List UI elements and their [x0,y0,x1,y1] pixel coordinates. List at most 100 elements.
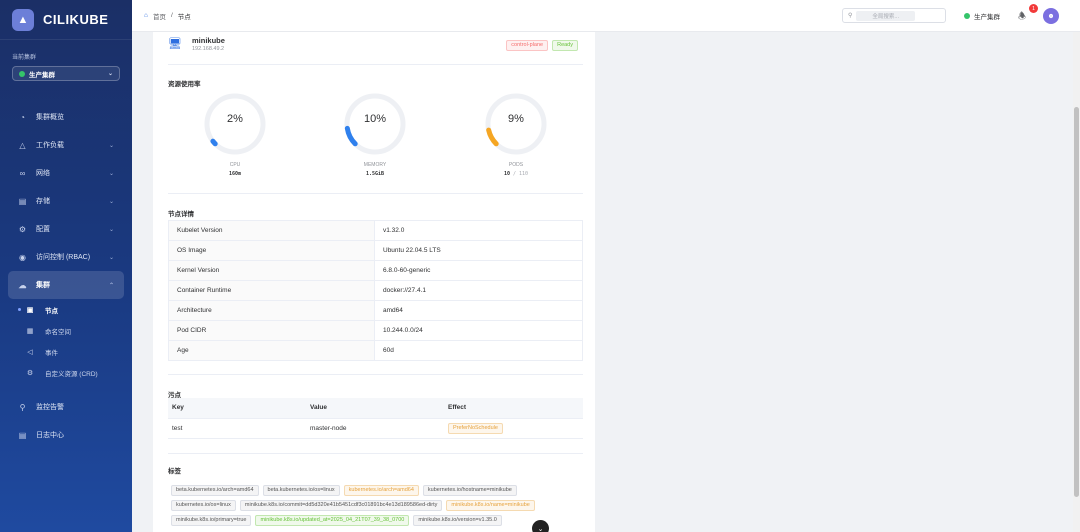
label-tag: minikube.k8s.io/commit=dd5d320e41b5451cd… [239,500,443,511]
pods-usage: 10 / 110 [484,171,548,177]
memory-percent: 10% [363,113,387,125]
chevron-down-icon: ⌄ [108,198,114,205]
sidebar-item-label: 网络 [36,170,50,177]
sidebar-item-cluster[interactable]: ☁ 集群 ⌃ [8,271,124,299]
detail-value: 60d [374,340,583,361]
section-title-resources: 资源使用率 [168,81,201,88]
header-cluster-selector[interactable]: 生产集群 [964,11,1000,21]
scroll-down-button[interactable]: ⌄ [532,520,549,532]
labels-list: beta.kubernetes.io/arch=amd64 beta.kubern… [171,485,581,526]
label-tag: kubernetes.io/os=linux [171,500,236,511]
chevron-down-icon: ⌄ [108,226,114,233]
sidebar-item-storage[interactable]: ▤ 存储 ⌄ [0,187,132,215]
cluster-label: 当前集群 [12,55,37,61]
sidebar-item-label: 存储 [36,198,50,205]
label-tag: kubernetes.io/hostname=minikube [422,485,517,496]
settings-icon: ⚙ [18,224,27,234]
sidebar-item-label: 集群 [36,282,50,289]
chevron-down-icon: ⌄ [108,142,114,149]
label-tag: minikube.k8s.io/primary=true [171,515,252,526]
pods-separator: / [512,171,516,177]
sidebar-item-config[interactable]: ⚙ 配置 ⌄ [0,215,132,243]
chevron-down-icon: ⌄ [108,170,114,177]
cluster-select-value: 生产集群 [29,71,55,79]
detail-key: Container Runtime [168,280,375,301]
sidebar-subitem-crd[interactable]: ⚙ 自定义资源 (CRD) [0,362,132,383]
divider [168,374,583,375]
sidebar-item-workloads[interactable]: △ 工作负载 ⌄ [0,131,132,159]
breadcrumb-current: 节点 [177,13,191,21]
crd-icon: ⚙ [26,369,34,377]
sidebar-item-label: 日志中心 [36,432,64,439]
taints-table: Key Value Effect test master-node Prefer… [168,398,583,439]
sidebar-subitem-namespaces[interactable]: ▦ 命名空间 [0,320,132,341]
memory-label: MEMORY [363,162,387,168]
sidebar-item-overview[interactable]: ◔ 集群概览 [0,103,132,131]
memory-gauge: 10% MEMORY 1.5GiB [343,92,407,177]
dashboard-icon: ◔ [20,112,25,122]
sidebar-item-logs[interactable]: ▤ 日志中心 [0,421,132,449]
cluster-select[interactable]: 生产集群 ⌄ [12,66,120,81]
table-row: Kubelet Version v1.32.0 [168,220,583,241]
label-tag: minikube.k8s.io/updated_at=2025_04_21T07… [255,515,410,526]
column-header-value: Value [306,398,444,419]
detail-key: Pod CIDR [168,320,375,341]
workload-icon: △ [19,140,26,150]
label-tag: beta.kubernetes.io/arch=amd64 [171,485,259,496]
chevron-down-icon: ⌄ [107,71,113,77]
cpu-usage: 160m [228,171,242,177]
chevron-down-icon: ⌄ [108,254,114,261]
notification-badge: 1 [1029,4,1038,13]
sidebar-item-label: 工作负载 [36,142,64,149]
sidebar-item-network[interactable]: ∞ 网络 ⌄ [0,159,132,187]
node-header: 🖥 minikube 192.168.49.2 control-plane Re… [168,35,578,55]
sidebar-item-label: 配置 [36,226,50,233]
cpu-percent: 2% [227,113,243,125]
role-badge: control-plane [506,40,549,51]
table-row: OS Image Ubuntu 22.04.5 LTS [168,240,583,261]
label-tag: minikube.k8s.io/name=minikube [446,500,535,511]
section-title-labels: 标签 [168,468,181,475]
monitor-alert-icon: ⚲ [19,402,26,412]
table-row: Pod CIDR 10.244.0.0/24 [168,320,583,341]
node-ip: 192.168.49.2 [192,46,225,52]
monitor-icon: ▣ [26,306,34,314]
status-badge: Ready [552,40,578,51]
node-details-table: Kubelet Version v1.32.0 OS Image Ubuntu 22.… [168,220,583,361]
cloud-icon: ☁ [18,280,27,290]
table-row: test master-node PreferNoSchedule [168,418,583,439]
sidebar-item-rbac[interactable]: ◉ 访问控制 (RBAC) ⌄ [0,243,132,271]
label-tag: kubernetes.io/arch=amd64 [343,485,419,496]
table-row: Architecture amd64 [168,300,583,321]
label-tag: minikube.k8s.io/version=v1.35.0 [413,515,502,526]
scrollbar-thumb[interactable] [1074,107,1079,497]
divider [168,193,583,194]
shield-icon: ◉ [19,252,26,262]
top-header: ⌂ 首页 / 节点 ⚲ 全局搜索... 生产集群 🕭 1 ☻ [132,0,1080,32]
memory-usage: 1.5GiB [365,171,385,177]
bell-icon[interactable]: 🕭 [1018,9,1026,25]
monitor-icon: 🖥 [168,38,182,50]
breadcrumb-home[interactable]: 首页 [153,11,166,21]
taint-effect-badge: PreferNoSchedule [448,422,503,434]
node-tags: control-plane Ready [506,40,578,51]
table-row: Kernel Version 6.8.0-60-generic [168,260,583,281]
page-scrollbar[interactable] [1073,32,1080,532]
detail-value: docker://27.4.1 [374,280,583,301]
sidebar-item-monitoring[interactable]: ⚲ 监控告警 [0,393,132,421]
storage-icon: ▤ [18,196,27,206]
log-icon: ▤ [18,430,27,440]
sidebar-item-label: 监控告警 [36,404,64,411]
sidebar: ▲ CILIKUBE 当前集群 生产集群 ⌄ ◔ 集群概览 △ 工作负载 ⌄ ∞… [0,0,132,532]
brand[interactable]: ▲ CILIKUBE [0,0,132,40]
pods-percent: 9% [508,113,524,125]
table-row: Container Runtime docker://27.4.1 [168,280,583,301]
search-input[interactable]: ⚲ 全局搜索... [842,8,946,23]
sidebar-subitem-nodes[interactable]: ▣ 节点 [0,299,132,320]
section-title-details: 节点详情 [168,211,194,218]
sidebar-subitem-events[interactable]: ◁ 事件 [0,341,132,362]
sidebar-subitem-label: 自定义资源 (CRD) [45,370,98,378]
network-icon: ∞ [19,168,26,178]
breadcrumb-separator: / [170,12,173,19]
avatar[interactable]: ☻ [1043,8,1059,24]
